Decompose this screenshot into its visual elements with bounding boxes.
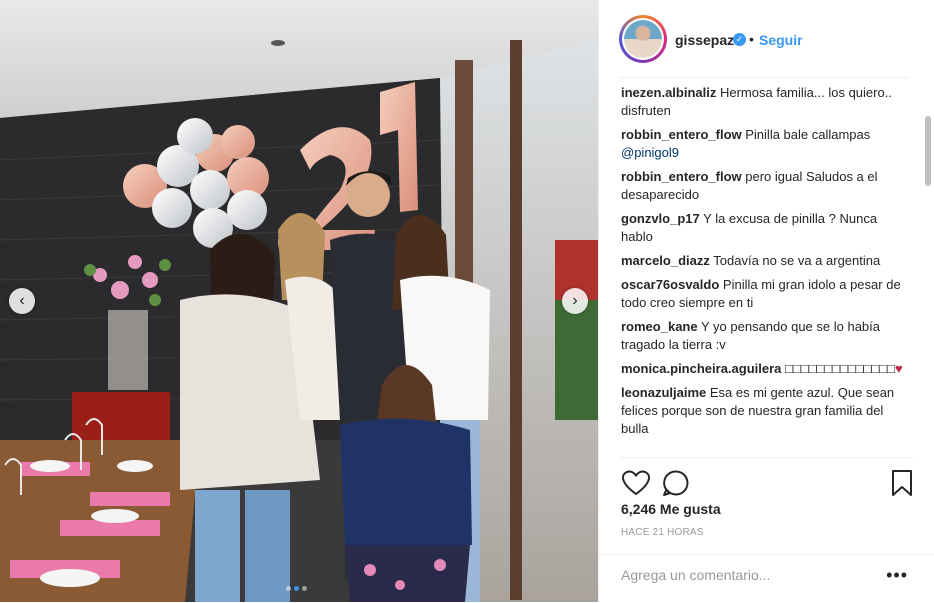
verified-badge-icon: ✓ [733,33,746,46]
comment-username[interactable]: leonazuljaime [621,385,706,400]
comment-item: oscar76osvaldo Pinilla mi gran idolo a p… [621,276,911,312]
carousel-dot [301,586,307,591]
post-side-panel: gissepaz ✓ • Seguir inezen.albinaliz Her… [598,0,934,602]
comment-username[interactable]: robbin_entero_flow [621,169,742,184]
comment-mention-link[interactable]: @pinigol9 [621,145,679,160]
comment-item: monica.pincheira.aguilera □□□□□□□□□□□□□□… [621,360,911,378]
comment-username[interactable]: oscar76osvaldo [621,277,719,292]
carousel-dot-active [293,586,299,591]
comment-username[interactable]: romeo_kane [621,319,698,334]
comment-text: Pinilla bale callampas [745,127,871,142]
comment-username[interactable]: monica.pincheira.aguilera [621,361,781,376]
comment-item: romeo_kane Y yo pensando que se lo había… [621,318,911,354]
comment-username[interactable]: inezen.albinaliz [621,85,716,100]
comment-username[interactable]: robbin_entero_flow [621,127,742,142]
author-username[interactable]: gissepaz [675,32,734,48]
comment-text: □□□□□□□□□□□□□□ [785,361,895,376]
comment-item: marcelo_diazz Todavía no se va a argenti… [621,252,911,270]
family-photo-image [0,0,598,602]
follow-button[interactable]: Seguir [759,32,803,48]
comment-text: Todavía no se va a argentina [713,253,881,268]
comment-bubble-icon[interactable] [661,468,691,498]
more-options-icon[interactable]: ••• [886,565,908,586]
comment-input[interactable]: Agrega un comentario... [621,567,861,583]
heart-emoji-icon: ♥ [894,361,903,376]
author-avatar[interactable] [619,15,667,63]
comment-item: leonazuljaime Esa es mi gente azul. Que … [621,384,911,438]
post-photo[interactable]: ‹ › [0,0,598,602]
comments-list[interactable]: inezen.albinaliz Hermosa familia... los … [621,84,911,456]
chevron-right-icon: › [572,292,578,309]
comment-username[interactable]: marcelo_diazz [621,253,710,268]
separator-dot: • [749,31,754,47]
likes-count[interactable]: 6,246 Me gusta [621,501,721,517]
chevron-left-icon: ‹ [19,292,25,309]
previous-photo-button[interactable]: ‹ [9,288,35,314]
comment-item: robbin_entero_flow pero igual Saludos a … [621,168,911,204]
like-heart-icon[interactable] [621,468,651,498]
comment-item: gonzvlo_p17 Y la excusa de pinilla ? Nun… [621,210,911,246]
next-photo-button[interactable]: › [562,288,588,314]
carousel-dot [285,586,291,591]
carousel-indicator [284,578,308,596]
post-header: gissepaz ✓ • Seguir [599,0,934,78]
post-timestamp[interactable]: HACE 21 HORAS [621,527,704,538]
comment-item: robbin_entero_flow Pinilla bale callampa… [621,126,911,162]
comment-item: inezen.albinaliz Hermosa familia... los … [621,84,911,120]
comment-username[interactable]: gonzvlo_p17 [621,211,700,226]
bookmark-icon[interactable] [887,468,917,498]
comments-scrollbar[interactable] [925,116,931,186]
add-comment-bar: Agrega un comentario... ••• [599,554,934,603]
